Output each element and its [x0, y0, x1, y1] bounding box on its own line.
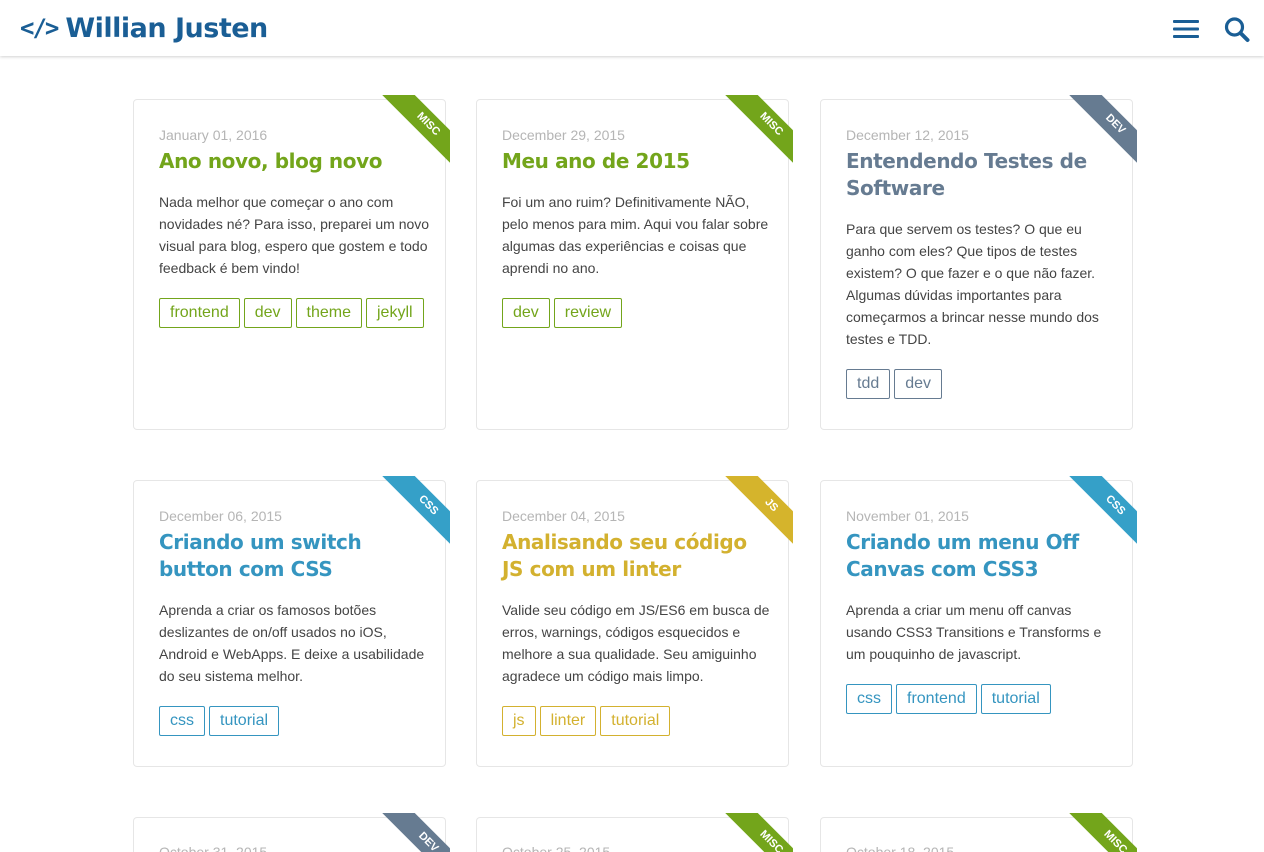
- tag-link[interactable]: css: [846, 684, 892, 714]
- tag-link[interactable]: frontend: [896, 684, 977, 714]
- category-ribbon[interactable]: MISC: [713, 95, 793, 175]
- post-date: October 18, 2015: [846, 844, 955, 852]
- post-date: October 25, 2015: [502, 844, 611, 852]
- tag-list: tdd dev: [846, 369, 1116, 399]
- category-ribbon[interactable]: MISC: [713, 813, 793, 852]
- post-date: December 29, 2015: [502, 127, 625, 143]
- category-ribbon[interactable]: DEV: [1057, 95, 1137, 175]
- post-card[interactable]: CSS November 01, 2015 Criando um menu Of…: [820, 476, 1137, 767]
- post-excerpt: Aprenda a criar os famosos botões desliz…: [159, 602, 425, 684]
- tag-list: dev review: [502, 298, 772, 328]
- tag-link[interactable]: tutorial: [980, 684, 1051, 714]
- post-excerpt: Nada melhor que começar o ano com novida…: [159, 194, 430, 276]
- code-icon: </>: [20, 14, 59, 42]
- tag-list: js linter tutorial: [502, 706, 772, 736]
- tag-link[interactable]: css: [159, 706, 205, 736]
- category-ribbon[interactable]: JS: [713, 476, 793, 556]
- category-label: JS: [720, 476, 793, 556]
- post-date: December 12, 2015: [846, 127, 969, 143]
- post-card[interactable]: MISC October 25, 2015: [476, 813, 793, 852]
- post-date: December 06, 2015: [159, 508, 282, 524]
- category-label: MISC: [720, 813, 793, 852]
- post-excerpt: Para que servem os testes? O que eu ganh…: [846, 221, 1099, 347]
- category-label: MISC: [720, 95, 793, 175]
- tag-link[interactable]: review: [553, 298, 623, 328]
- category-ribbon[interactable]: MISC: [370, 95, 450, 175]
- tag-link[interactable]: dev: [243, 298, 292, 328]
- category-label: DEV: [1064, 95, 1137, 175]
- search-icon[interactable]: [1223, 14, 1253, 44]
- post-card[interactable]: DEV October 31, 2015: [133, 813, 450, 852]
- category-ribbon[interactable]: CSS: [1057, 476, 1137, 556]
- post-date: November 01, 2015: [846, 508, 969, 524]
- post-excerpt: Valide seu código em JS/ES6 em busca de …: [502, 602, 770, 684]
- site-title: Willian Justen: [65, 12, 268, 44]
- category-ribbon[interactable]: DEV: [370, 813, 450, 852]
- post-card[interactable]: MISC December 29, 2015 Meu ano de 2015 F…: [476, 95, 793, 430]
- category-ribbon[interactable]: MISC: [1057, 813, 1137, 852]
- post-excerpt: Aprenda a criar um menu off canvas usand…: [846, 602, 1102, 662]
- post-card[interactable]: DEV December 12, 2015 Entendendo Testes …: [820, 95, 1137, 430]
- tag-list: css frontend tutorial: [846, 684, 1116, 714]
- tag-link[interactable]: theme: [295, 298, 362, 328]
- tag-link[interactable]: frontend: [159, 298, 240, 328]
- tag-link[interactable]: dev: [894, 369, 943, 399]
- post-date: December 04, 2015: [502, 508, 625, 524]
- tag-link[interactable]: dev: [502, 298, 550, 328]
- post-date: January 01, 2016: [159, 127, 268, 143]
- tag-link[interactable]: linter: [539, 706, 597, 736]
- tag-link[interactable]: tutorial: [209, 706, 280, 736]
- category-label: CSS: [377, 476, 450, 556]
- category-label: DEV: [377, 813, 450, 852]
- post-excerpt: Foi um ano ruim? Definitivamente NÃO, pe…: [502, 194, 769, 276]
- post-card[interactable]: CSS December 06, 2015 Criando um switch …: [133, 476, 450, 767]
- tag-link[interactable]: jekyll: [365, 298, 424, 328]
- post-card[interactable]: JS December 04, 2015 Analisando seu códi…: [476, 476, 793, 767]
- category-ribbon[interactable]: CSS: [370, 476, 450, 556]
- tag-link[interactable]: js: [502, 706, 536, 736]
- site-logo[interactable]: </> Willian Justen: [20, 12, 268, 44]
- hamburger-menu-icon[interactable]: [1172, 14, 1202, 44]
- category-label: MISC: [1064, 813, 1137, 852]
- tag-list: css tutorial: [159, 706, 429, 736]
- tag-link[interactable]: tdd: [846, 369, 891, 399]
- tag-list: frontend dev theme jekyll: [159, 298, 429, 328]
- post-card[interactable]: MISC January 01, 2016 Ano novo, blog nov…: [133, 95, 450, 430]
- site-header: </> Willian Justen: [0, 0, 1264, 56]
- post-date: October 31, 2015: [159, 844, 268, 852]
- post-card[interactable]: MISC October 18, 2015: [820, 813, 1137, 852]
- tag-link[interactable]: tutorial: [600, 706, 671, 736]
- category-label: MISC: [377, 95, 450, 175]
- category-label: CSS: [1064, 476, 1137, 556]
